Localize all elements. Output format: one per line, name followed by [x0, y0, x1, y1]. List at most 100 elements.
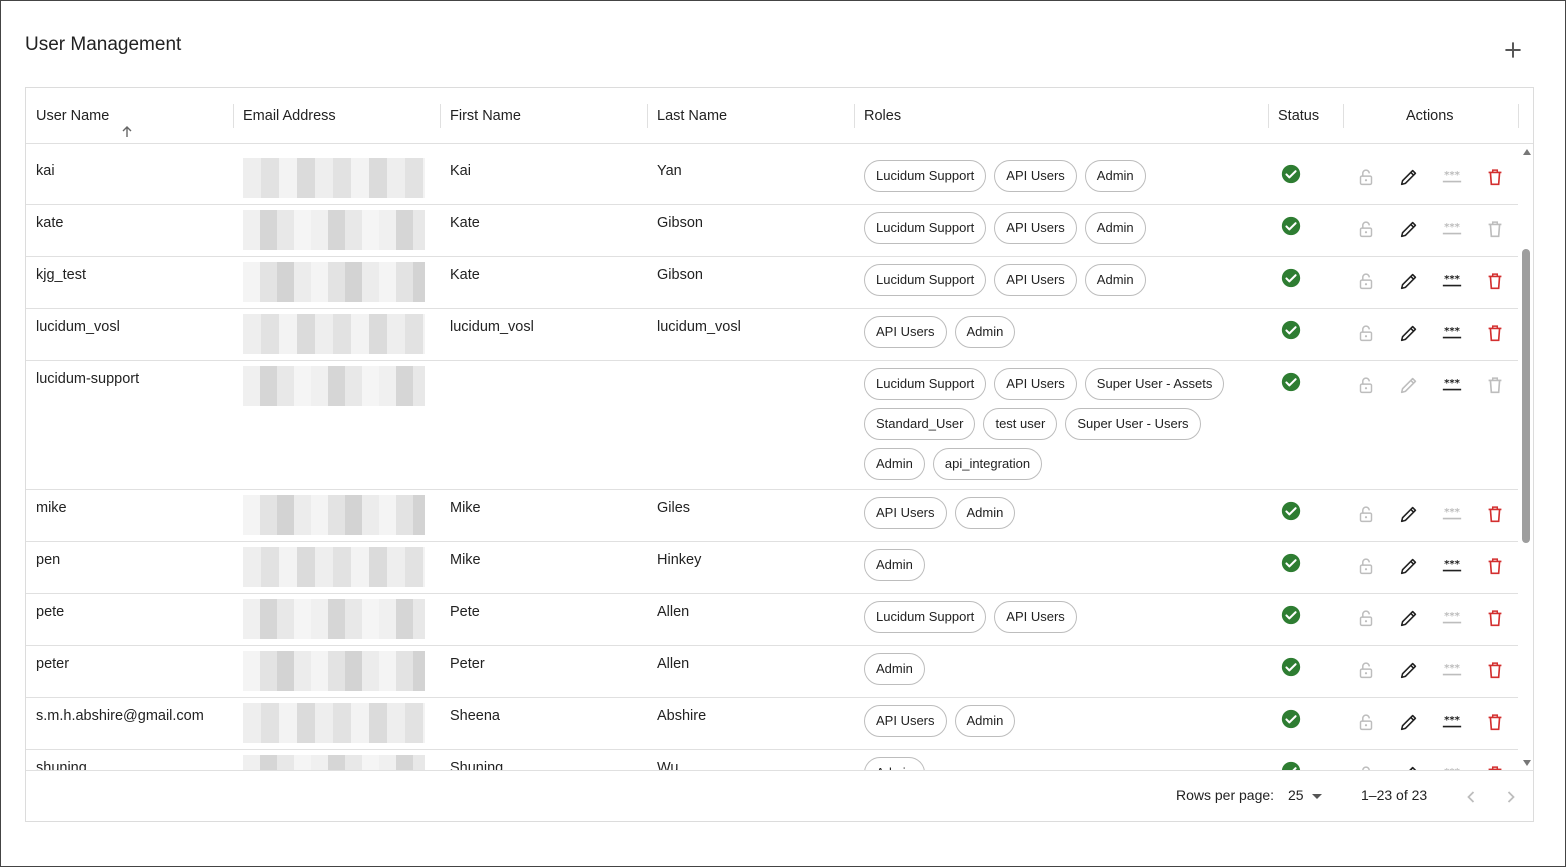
pencil-icon — [1398, 218, 1420, 244]
edit-user-button[interactable] — [1387, 271, 1430, 295]
scroll-up-arrow-icon[interactable] — [1523, 149, 1531, 155]
table-row[interactable]: lucidum_vosl lucidum_vosl lucidum_vosl A… — [26, 309, 1518, 361]
edit-user-button[interactable] — [1387, 504, 1430, 528]
reset-password-button[interactable]: *** — [1430, 504, 1473, 528]
user-name-cell: mike — [36, 500, 67, 516]
role-chip: Admin — [864, 448, 925, 480]
trash-icon — [1484, 659, 1506, 685]
first-name-cell: Kate — [450, 267, 480, 283]
user-name-cell: pete — [36, 604, 65, 620]
last-name-cell: Wu — [657, 760, 679, 770]
reset-password-button[interactable]: *** — [1430, 167, 1473, 191]
unlock-user-button[interactable] — [1344, 712, 1387, 736]
unlock-user-button[interactable] — [1344, 323, 1387, 347]
delete-user-button[interactable] — [1473, 712, 1516, 736]
delete-user-button[interactable] — [1473, 504, 1516, 528]
unlock-user-button[interactable] — [1344, 167, 1387, 191]
column-header-roles[interactable]: Roles — [854, 88, 901, 144]
edit-user-button[interactable] — [1387, 712, 1430, 736]
unlock-user-button[interactable] — [1344, 271, 1387, 295]
delete-user-button[interactable] — [1473, 660, 1516, 684]
table-row[interactable]: mike Mike Giles API Users Admin *** — [26, 490, 1518, 542]
table-body: kai Kai Yan Lucidum Support API Users Admi… — [26, 145, 1520, 770]
last-name-cell: Hinkey — [657, 552, 702, 568]
rows-per-page-select[interactable]: 25 — [1288, 787, 1322, 803]
role-chip: Lucidum Support — [864, 160, 987, 192]
status-active-check-icon — [1280, 760, 1302, 770]
column-header-user-name[interactable]: User Name — [26, 88, 135, 144]
edit-user-button[interactable] — [1387, 323, 1430, 347]
delete-user-button[interactable] — [1473, 323, 1516, 347]
delete-user-button[interactable] — [1473, 219, 1516, 243]
edit-user-button[interactable] — [1387, 608, 1430, 632]
scrollbar-thumb[interactable] — [1522, 249, 1530, 543]
table-row[interactable]: pen Mike Hinkey Admin *** — [26, 542, 1518, 594]
delete-user-button[interactable] — [1473, 556, 1516, 580]
user-name-cell: kai — [36, 163, 55, 179]
unlock-user-button[interactable] — [1344, 375, 1387, 399]
table-row[interactable]: kate Kate Gibson Lucidum Support API User… — [26, 205, 1518, 257]
edit-user-button[interactable] — [1387, 660, 1430, 684]
redacted-email-blur — [243, 158, 425, 198]
edit-user-button[interactable] — [1387, 556, 1430, 580]
password-icon: *** — [1441, 711, 1463, 737]
reset-password-button[interactable]: *** — [1430, 712, 1473, 736]
table-pagination: Rows per page: 25 1–23 of 23 — [26, 770, 1533, 821]
table-row[interactable]: s.m.h.abshire@gmail.com Sheena Abshire A… — [26, 698, 1518, 750]
roles-cell: Lucidum Support API Users Admin — [864, 257, 1254, 296]
reset-password-button[interactable]: *** — [1430, 323, 1473, 347]
delete-user-button[interactable] — [1473, 271, 1516, 295]
next-page-button[interactable] — [1499, 785, 1523, 809]
sort-ascending-icon[interactable] — [119, 108, 135, 138]
column-divider[interactable] — [1343, 104, 1344, 128]
table-row[interactable]: peter Peter Allen Admin *** — [26, 646, 1518, 698]
reset-password-button[interactable]: *** — [1430, 556, 1473, 580]
actions-cell: *** — [1344, 660, 1516, 684]
email-cell-redacted — [243, 646, 425, 697]
delete-user-button[interactable] — [1473, 375, 1516, 399]
status-active-check-icon — [1280, 656, 1302, 678]
column-header-last-name[interactable]: Last Name — [647, 88, 727, 144]
table-row[interactable]: pete Pete Allen Lucidum Support API Users… — [26, 594, 1518, 646]
pencil-icon — [1398, 555, 1420, 581]
reset-password-button[interactable]: *** — [1430, 608, 1473, 632]
delete-user-button[interactable] — [1473, 167, 1516, 191]
reset-password-button[interactable]: *** — [1430, 375, 1473, 399]
add-user-button[interactable] — [1500, 37, 1526, 63]
redacted-email-blur — [243, 314, 425, 354]
table-row[interactable]: lucidum-support Lucidum Support API Users… — [26, 361, 1518, 490]
unlock-user-button[interactable] — [1344, 556, 1387, 580]
reset-password-button[interactable]: *** — [1430, 660, 1473, 684]
previous-page-button[interactable] — [1459, 785, 1483, 809]
table-row[interactable]: kjg_test Kate Gibson Lucidum Support API … — [26, 257, 1518, 309]
last-name-cell: Abshire — [657, 708, 707, 724]
role-chip: API Users — [994, 368, 1077, 400]
reset-password-button[interactable]: *** — [1430, 271, 1473, 295]
column-header-email[interactable]: Email Address — [233, 88, 336, 144]
svg-text:***: *** — [1444, 507, 1461, 518]
table-row[interactable]: shuning Shuning Wu Admin *** — [26, 750, 1518, 770]
role-chip: test user — [983, 408, 1058, 440]
roles-cell: Lucidum Support API Users — [864, 594, 1254, 633]
lock-icon — [1355, 607, 1377, 633]
vertical-scrollbar[interactable] — [1520, 145, 1533, 770]
delete-user-button[interactable] — [1473, 608, 1516, 632]
edit-user-button[interactable] — [1387, 167, 1430, 191]
table-row[interactable]: kai Kai Yan Lucidum Support API Users Admi… — [26, 153, 1518, 205]
edit-user-button[interactable] — [1387, 375, 1430, 399]
unlock-user-button[interactable] — [1344, 504, 1387, 528]
last-name-cell: Giles — [657, 500, 691, 516]
scroll-down-arrow-icon[interactable] — [1523, 760, 1531, 766]
user-name-cell: kjg_test — [36, 267, 86, 283]
unlock-user-button[interactable] — [1344, 660, 1387, 684]
actions-cell: *** — [1344, 323, 1516, 347]
reset-password-button[interactable]: *** — [1430, 219, 1473, 243]
column-header-status[interactable]: Status — [1268, 88, 1319, 144]
edit-user-button[interactable] — [1387, 219, 1430, 243]
svg-text:***: *** — [1444, 222, 1461, 233]
unlock-user-button[interactable] — [1344, 608, 1387, 632]
unlock-user-button[interactable] — [1344, 219, 1387, 243]
password-icon: *** — [1441, 374, 1463, 400]
password-icon: *** — [1441, 555, 1463, 581]
column-header-first-name[interactable]: First Name — [440, 88, 521, 144]
